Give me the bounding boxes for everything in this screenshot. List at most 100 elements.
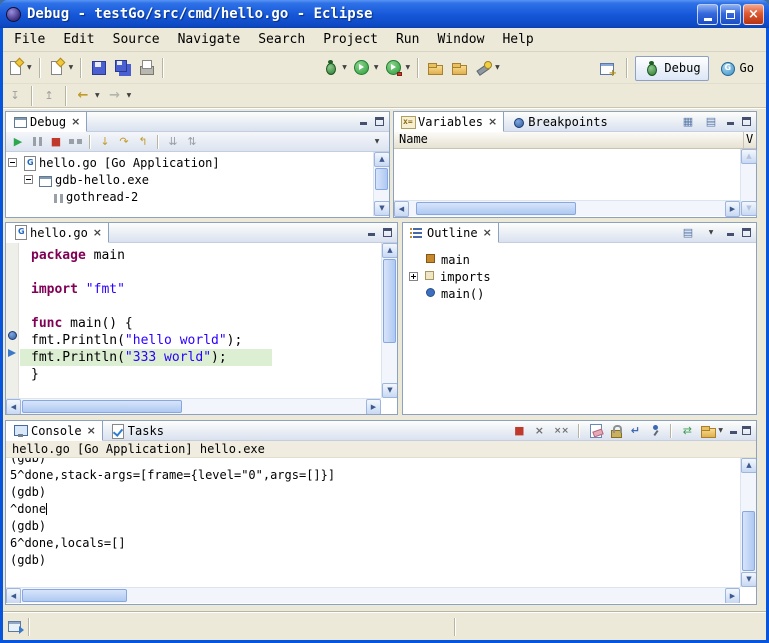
window-minimize-button[interactable]: [697, 4, 718, 25]
forward-dropdown-arrow[interactable]: ▼: [127, 92, 132, 99]
run-dropdown-arrow[interactable]: ▼: [374, 64, 379, 71]
variables-content[interactable]: ◀ ▶ ▲ ▼: [394, 149, 756, 216]
clear-console-icon[interactable]: [586, 422, 604, 439]
maximize-icon[interactable]: [741, 116, 752, 127]
external-tools-button[interactable]: [382, 56, 406, 80]
tab-breakpoints[interactable]: Breakpoints: [504, 112, 613, 131]
show-logical-structure-icon[interactable]: ▦: [679, 113, 697, 130]
editor-marker-ruler[interactable]: [6, 243, 19, 398]
console-text-area[interactable]: (gdb) 5^done,stack-args=[frame={level="0…: [6, 458, 740, 587]
new-go-element-button[interactable]: [45, 56, 69, 80]
terminate-icon[interactable]: ■: [510, 422, 528, 439]
variables-horizontal-scrollbar[interactable]: ◀ ▶: [394, 200, 740, 216]
forward-button[interactable]: →: [103, 84, 127, 108]
drop-to-frame-icon[interactable]: ⇊: [164, 133, 182, 150]
debug-tree[interactable]: hello.go [Go Application] gdb-hello.exe …: [6, 152, 389, 216]
word-wrap-icon[interactable]: ↵: [626, 422, 644, 439]
remove-launch-icon[interactable]: ×: [530, 422, 548, 439]
editor-code-area[interactable]: package main import "fmt" func main() { …: [20, 247, 375, 383]
scroll-left-arrow[interactable]: ◀: [6, 588, 21, 603]
scroll-lock-icon[interactable]: [606, 422, 624, 439]
perspective-go-button[interactable]: Go: [712, 57, 761, 80]
debug-tree-row[interactable]: gdb-hello.exe: [8, 171, 389, 188]
close-icon[interactable]: ×: [71, 116, 80, 127]
menu-window[interactable]: Window: [428, 30, 493, 49]
fast-view-button[interactable]: [3, 616, 28, 638]
open-resource-button[interactable]: [423, 56, 447, 80]
pin-console-icon[interactable]: [646, 422, 664, 439]
breakpoint-icon[interactable]: [8, 331, 17, 340]
back-dropdown-arrow[interactable]: ▼: [95, 92, 100, 99]
maximize-icon[interactable]: [374, 116, 385, 127]
minimize-icon[interactable]: [728, 425, 739, 436]
use-step-filters-icon[interactable]: ⇅: [183, 133, 201, 150]
print-button[interactable]: [134, 56, 158, 80]
maximize-icon[interactable]: [741, 425, 752, 436]
minimize-icon[interactable]: [725, 227, 736, 238]
debug-launch-button[interactable]: [318, 56, 342, 80]
minimize-icon[interactable]: [358, 116, 369, 127]
expander-minus-icon[interactable]: [8, 158, 17, 167]
scroll-right-arrow[interactable]: ▶: [725, 201, 740, 217]
close-icon[interactable]: ×: [483, 227, 492, 238]
scroll-down-arrow[interactable]: ▼: [382, 383, 397, 398]
previous-annotation-button[interactable]: ↥: [37, 84, 61, 108]
suspend-icon[interactable]: [28, 133, 46, 150]
debug-tree-row[interactable]: hello.go [Go Application]: [8, 154, 389, 171]
back-button[interactable]: ←: [71, 84, 95, 108]
sort-icon[interactable]: ▤: [679, 224, 697, 241]
console-vertical-scrollbar[interactable]: ▲ ▼: [740, 458, 756, 587]
menu-search[interactable]: Search: [249, 30, 314, 49]
search-button[interactable]: [471, 56, 495, 80]
new-wizard-button[interactable]: [3, 56, 27, 80]
save-button[interactable]: [86, 56, 110, 80]
resume-icon[interactable]: ▶: [9, 133, 27, 150]
disconnect-icon[interactable]: [66, 133, 84, 150]
tab-variables[interactable]: Variables ×: [394, 112, 504, 132]
scroll-down-arrow[interactable]: ▼: [741, 201, 757, 216]
open-perspective-button[interactable]: [595, 56, 619, 80]
scroll-left-arrow[interactable]: ◀: [394, 201, 409, 217]
maximize-icon[interactable]: [382, 227, 393, 238]
tab-tasks[interactable]: Tasks: [103, 421, 170, 440]
outline-item-main-func[interactable]: main(): [409, 285, 756, 302]
scroll-up-arrow[interactable]: ▲: [741, 149, 757, 164]
scroll-down-arrow[interactable]: ▼: [374, 201, 389, 216]
menu-navigate[interactable]: Navigate: [169, 30, 250, 49]
scroll-up-arrow[interactable]: ▲: [382, 243, 397, 258]
scrollbar-thumb[interactable]: [383, 259, 396, 343]
open-project-button[interactable]: [447, 56, 471, 80]
console-horizontal-scrollbar[interactable]: ◀ ▶: [6, 587, 740, 603]
terminate-icon[interactable]: ■: [47, 133, 65, 150]
menu-source[interactable]: Source: [104, 30, 169, 49]
close-icon[interactable]: ×: [93, 227, 102, 238]
view-menu-arrow[interactable]: ▼: [368, 133, 386, 150]
scrollbar-thumb[interactable]: [742, 511, 755, 571]
new-dropdown-arrow[interactable]: ▼: [27, 64, 32, 71]
run-launch-button[interactable]: [350, 56, 374, 80]
window-titlebar[interactable]: Debug - testGo/src/cmd/hello.go - Eclips…: [0, 0, 769, 28]
scroll-right-arrow[interactable]: ▶: [366, 399, 381, 414]
menu-edit[interactable]: Edit: [54, 30, 103, 49]
outline-item-main[interactable]: main: [409, 251, 756, 268]
expander-minus-icon[interactable]: [24, 175, 33, 184]
remove-all-launches-icon[interactable]: ××: [550, 422, 572, 439]
new-go-dropdown-arrow[interactable]: ▼: [69, 64, 74, 71]
close-icon[interactable]: ×: [87, 425, 96, 436]
open-console-icon[interactable]: [698, 422, 716, 439]
maximize-icon[interactable]: [741, 227, 752, 238]
external-tools-dropdown-arrow[interactable]: ▼: [406, 64, 411, 71]
tab-console[interactable]: Console ×: [6, 421, 103, 441]
show-console-when-output-icon[interactable]: ⇄: [678, 422, 696, 439]
menu-file[interactable]: File: [5, 30, 54, 49]
view-menu-arrow[interactable]: ▼: [702, 224, 720, 241]
minimize-icon[interactable]: [366, 227, 377, 238]
tab-debug[interactable]: Debug ×: [6, 112, 87, 132]
debug-dropdown-arrow[interactable]: ▼: [342, 64, 347, 71]
scroll-up-arrow[interactable]: ▲: [374, 152, 389, 167]
scroll-up-arrow[interactable]: ▲: [741, 458, 756, 473]
open-console-dropdown-arrow[interactable]: ▼: [718, 427, 723, 434]
step-over-icon[interactable]: ↷: [115, 133, 133, 150]
menu-project[interactable]: Project: [314, 30, 387, 49]
step-into-icon[interactable]: ↓: [96, 133, 114, 150]
